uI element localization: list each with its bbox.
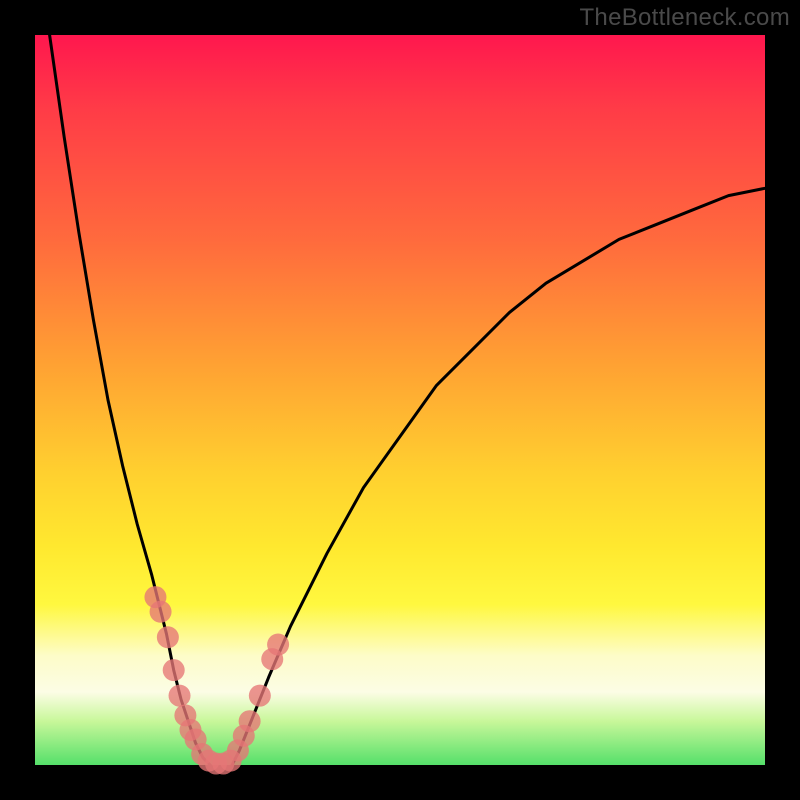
curve-right-branch: [232, 188, 765, 765]
curve-left-branch: [50, 35, 211, 765]
marker-right-branch-markers: [267, 634, 289, 656]
marker-left-branch-markers: [163, 659, 185, 681]
plot-area: [35, 35, 765, 765]
curve-svg: [35, 35, 765, 765]
marker-right-branch-markers: [249, 685, 271, 707]
marker-left-branch-markers: [169, 685, 191, 707]
marker-left-branch-markers: [157, 626, 179, 648]
watermark-text: TheBottleneck.com: [579, 4, 790, 32]
marker-left-branch-markers: [150, 601, 172, 623]
chart-frame: TheBottleneck.com: [0, 0, 800, 800]
marker-right-branch-markers: [239, 710, 261, 732]
